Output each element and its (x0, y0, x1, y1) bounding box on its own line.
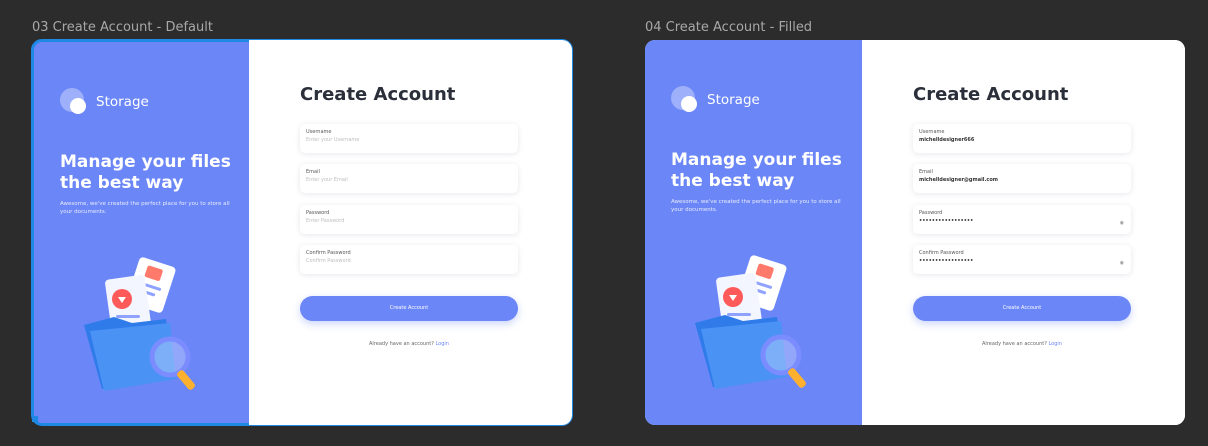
email-input[interactable]: michelldesigner@gmail.com (919, 176, 1125, 185)
storage-logo-icon (60, 88, 88, 116)
frame-create-account-filled[interactable]: Storage Manage your files the best way A… (645, 40, 1185, 425)
logo: Storage (671, 86, 760, 114)
password-label: Password (919, 210, 943, 216)
frame-label-filled[interactable]: 04 Create Account - Filled (645, 20, 812, 35)
hero-title: Manage your files the best way (60, 152, 231, 193)
hero-subtitle: Awesome, we've created the perfect place… (60, 201, 230, 215)
email-label: Email (306, 169, 320, 175)
brand-panel: Storage Manage your files the best way A… (32, 40, 249, 425)
username-label: Username (919, 129, 945, 135)
eye-icon[interactable]: ◉ (1120, 260, 1124, 266)
eye-icon[interactable]: ◉ (1120, 220, 1124, 226)
username-input[interactable]: michelldesigner666 (919, 136, 1125, 145)
signin-text: Already have an account? (982, 341, 1047, 347)
storage-logo-icon (671, 86, 699, 114)
logo: Storage (60, 88, 149, 116)
username-label: Username (306, 129, 332, 135)
confirm-password-label: Confirm Password (306, 250, 351, 256)
frame-create-account-default[interactable]: Storage Manage your files the best way A… (31, 39, 573, 426)
hero-title: Manage your files the best way (671, 150, 842, 191)
confirm-password-field[interactable]: Confirm Password ••••••••••••••••• ◉ (913, 245, 1131, 274)
create-account-button[interactable]: Create Account (913, 296, 1131, 321)
email-field[interactable]: Email Enter your Email (300, 164, 518, 193)
confirm-password-input[interactable]: Confirm Password (306, 257, 512, 266)
password-field[interactable]: Password Enter Password (300, 205, 518, 234)
brand-name: Storage (96, 94, 149, 110)
brand-panel: Storage Manage your files the best way A… (645, 40, 862, 425)
brand-name: Storage (707, 92, 760, 108)
form-title: Create Account (913, 84, 1069, 105)
form-panel: Create Account Username Enter your Usern… (249, 40, 572, 425)
confirm-password-input[interactable]: ••••••••••••••••• (919, 257, 1125, 266)
signin-prompt: Already have an account? Login (300, 341, 518, 347)
password-input[interactable]: ••••••••••••••••• (919, 217, 1125, 226)
frame-label-default[interactable]: 03 Create Account - Default (32, 20, 213, 35)
password-label: Password (306, 210, 330, 216)
email-label: Email (919, 169, 933, 175)
folder-illustration-icon (84, 257, 195, 391)
form-panel: Create Account Username michelldesigner6… (862, 40, 1185, 425)
signin-text: Already have an account? (369, 341, 434, 347)
email-input[interactable]: Enter your Email (306, 176, 512, 185)
email-field[interactable]: Email michelldesigner@gmail.com (913, 164, 1131, 193)
confirm-password-field[interactable]: Confirm Password Confirm Password (300, 245, 518, 274)
confirm-password-label: Confirm Password (919, 250, 964, 256)
signin-prompt: Already have an account? Login (913, 341, 1131, 347)
password-input[interactable]: Enter Password (306, 217, 512, 226)
login-link[interactable]: Login (435, 341, 449, 347)
username-field[interactable]: Username Enter your Username (300, 124, 518, 153)
username-field[interactable]: Username michelldesigner666 (913, 124, 1131, 153)
login-link[interactable]: Login (1048, 341, 1062, 347)
folder-illustration-icon (695, 255, 806, 389)
password-field[interactable]: Password ••••••••••••••••• ◉ (913, 205, 1131, 234)
selection-handle[interactable] (32, 416, 38, 422)
hero-subtitle: Awesome, we've created the perfect place… (671, 199, 841, 213)
create-account-button[interactable]: Create Account (300, 296, 518, 321)
username-input[interactable]: Enter your Username (306, 136, 512, 145)
form-title: Create Account (300, 84, 456, 105)
